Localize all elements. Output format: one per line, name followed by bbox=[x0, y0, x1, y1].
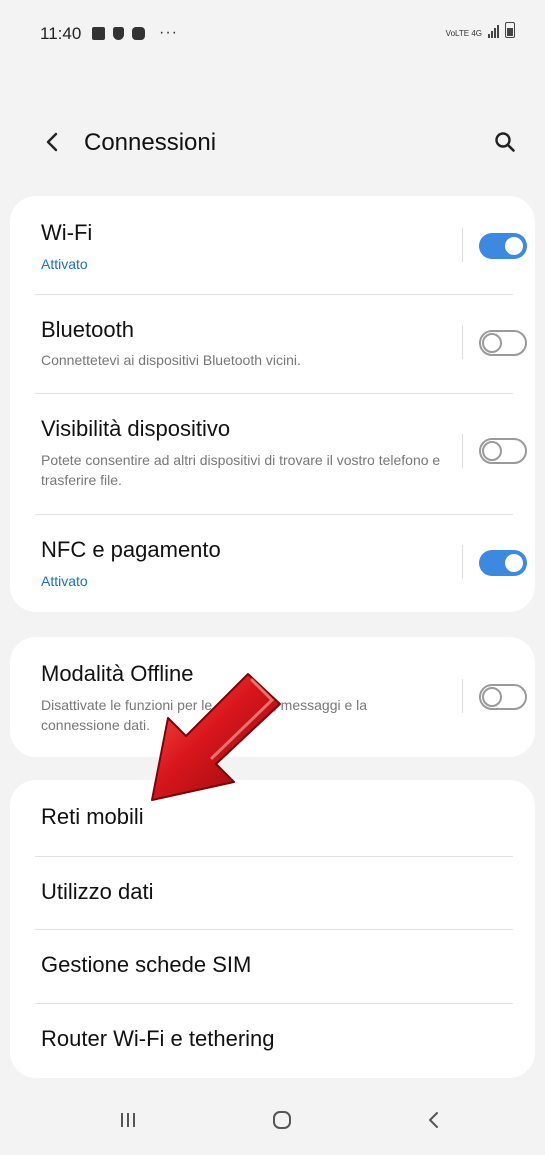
connections-menu-card: Reti mobili Utilizzo dati Gestione sched… bbox=[10, 780, 535, 1078]
battery-icon bbox=[505, 22, 515, 38]
divider-vertical bbox=[462, 228, 463, 262]
navigation-bar bbox=[0, 1090, 545, 1155]
device-visibility-description: Potete consentire ad altri dispositivi d… bbox=[41, 452, 441, 488]
search-icon bbox=[495, 132, 515, 152]
wifi-toggle[interactable] bbox=[479, 233, 527, 259]
nfc-row[interactable]: NFC e pagamento Attivato bbox=[10, 515, 535, 612]
back-icon bbox=[429, 1112, 438, 1128]
menu-item-sim-manager[interactable]: Gestione schede SIM bbox=[10, 930, 535, 1002]
status-time: 11:40 bbox=[40, 24, 82, 43]
system-status-icons: VoLTE 4G bbox=[446, 22, 515, 38]
menu-item-hotspot-tethering[interactable]: Router Wi-Fi e tethering bbox=[10, 1004, 535, 1076]
bluetooth-title: Bluetooth bbox=[41, 317, 134, 342]
menu-item-label: Gestione schede SIM bbox=[41, 952, 252, 977]
app-bar: Connessioni bbox=[0, 112, 545, 172]
device-visibility-title: Visibilità dispositivo bbox=[41, 416, 231, 441]
offline-mode-row[interactable]: Modalità Offline Disattivate le funzioni… bbox=[10, 637, 535, 757]
bluetooth-description: Connettetevi ai dispositivi Bluetooth vi… bbox=[41, 352, 301, 368]
network-type-label: VoLTE 4G bbox=[445, 29, 482, 38]
status-bar: 11:40 ··· VoLTE 4G bbox=[0, 0, 545, 70]
back-button[interactable] bbox=[34, 122, 70, 162]
divider-vertical bbox=[462, 545, 463, 579]
offline-mode-title: Modalità Offline bbox=[41, 661, 194, 686]
device-visibility-toggle[interactable] bbox=[479, 438, 527, 464]
bluetooth-toggle[interactable] bbox=[479, 330, 527, 356]
offline-mode-toggle[interactable] bbox=[479, 684, 527, 710]
chevron-left-icon bbox=[46, 132, 58, 152]
menu-item-label: Utilizzo dati bbox=[41, 879, 154, 904]
divider-vertical bbox=[462, 679, 463, 713]
bluetooth-row[interactable]: Bluetooth Connettetevi ai dispositivi Bl… bbox=[10, 295, 535, 393]
wifi-status: Attivato bbox=[41, 256, 88, 272]
home-button[interactable] bbox=[252, 1095, 312, 1145]
recents-button[interactable] bbox=[98, 1095, 158, 1145]
home-icon bbox=[273, 1111, 291, 1129]
menu-item-label: Reti mobili bbox=[41, 804, 144, 829]
gallery-notification-icon bbox=[92, 26, 105, 40]
nfc-toggle[interactable] bbox=[479, 550, 527, 576]
message-notification-icon bbox=[132, 26, 145, 40]
nfc-status: Attivato bbox=[41, 573, 88, 589]
more-notifications-icon: ··· bbox=[159, 24, 178, 41]
notification-icons: ··· bbox=[92, 24, 178, 42]
menu-item-data-usage[interactable]: Utilizzo dati bbox=[10, 857, 535, 929]
connections-toggle-card: Wi-Fi Attivato Bluetooth Connettetevi ai… bbox=[10, 196, 535, 612]
page-title: Connessioni bbox=[84, 129, 217, 156]
wifi-row[interactable]: Wi-Fi Attivato bbox=[10, 196, 535, 294]
menu-item-label: Router Wi-Fi e tethering bbox=[41, 1026, 275, 1051]
wifi-title: Wi-Fi bbox=[41, 220, 93, 245]
shield-notification-icon bbox=[113, 26, 124, 40]
search-button[interactable] bbox=[485, 122, 525, 162]
divider-vertical bbox=[462, 325, 463, 359]
offline-mode-description: Disattivate le funzioni per le chiamate,… bbox=[41, 697, 368, 733]
divider-vertical bbox=[462, 434, 463, 468]
device-visibility-row[interactable]: Visibilità dispositivo Potete consentire… bbox=[10, 394, 535, 514]
menu-item-mobile-networks[interactable]: Reti mobili bbox=[10, 782, 535, 854]
back-nav-button[interactable] bbox=[404, 1095, 464, 1145]
signal-icon bbox=[488, 25, 499, 38]
recents-icon bbox=[121, 1113, 135, 1127]
offline-mode-card: Modalità Offline Disattivate le funzioni… bbox=[10, 637, 535, 757]
nfc-title: NFC e pagamento bbox=[41, 537, 221, 562]
